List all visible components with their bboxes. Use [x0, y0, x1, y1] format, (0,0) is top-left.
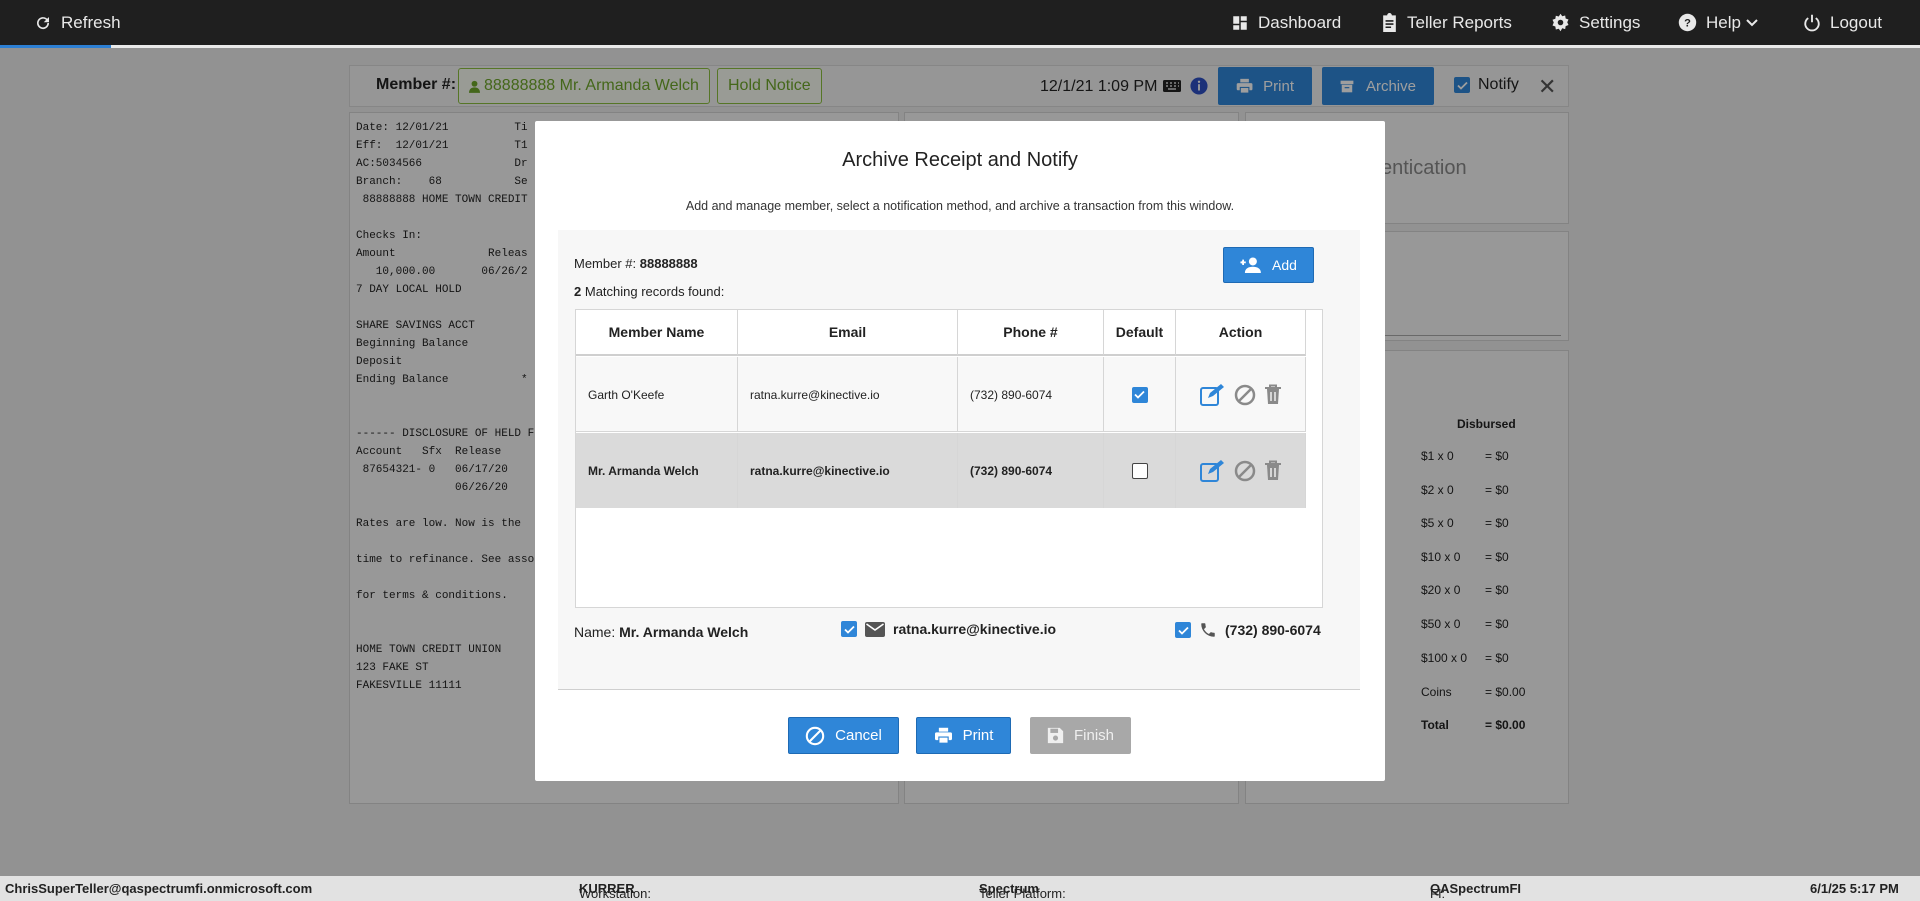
modal-print-button[interactable]: Print [916, 717, 1011, 754]
phone-cell: (732) 890-6074 [958, 433, 1104, 508]
edit-icon[interactable] [1199, 459, 1226, 482]
gear-icon [1552, 13, 1569, 32]
block-icon[interactable] [1234, 460, 1256, 482]
column-header: Action [1176, 310, 1306, 356]
cancel-button[interactable]: Cancel [788, 717, 899, 754]
table-row-selected[interactable]: Mr. Armanda Welch ratna.kurre@kinective.… [576, 433, 1306, 508]
svg-text:?: ? [1684, 17, 1691, 29]
clipboard-icon [1383, 13, 1396, 32]
dashboard-icon [1233, 15, 1247, 30]
check-icon [1177, 626, 1189, 635]
add-member-button[interactable]: Add [1223, 247, 1314, 283]
default-checkbox[interactable] [1131, 462, 1148, 479]
check-icon [843, 625, 855, 634]
platform-label: Teller Platform: [979, 886, 1066, 901]
nav-settings-label: Settings [1579, 12, 1641, 32]
matching-count: 2 Matching records found: [574, 284, 724, 299]
selected-name-label: Name: [574, 624, 616, 640]
modal-print-label: Print [962, 727, 994, 744]
table-row[interactable]: Garth O'Keefe ratna.kurre@kinective.io (… [576, 357, 1306, 432]
nav-logout[interactable]: Logout [1803, 0, 1882, 45]
modal-body: Member #: 88888888 Add 2 Matching record… [558, 230, 1360, 690]
match-count-number: 2 [574, 284, 582, 299]
column-header: Member Name [576, 310, 738, 356]
finish-button[interactable]: Finish [1030, 717, 1131, 754]
action-cell [1176, 357, 1306, 432]
modal-subtitle: Add and manage member, select a notifica… [685, 199, 1235, 213]
column-header: Phone # [958, 310, 1104, 356]
email-notify-option[interactable]: ratna.kurre@kinective.io [841, 621, 1056, 637]
nav-help[interactable]: ? Help [1678, 0, 1767, 45]
help-icon: ? [1678, 13, 1697, 32]
match-count-text: Matching records found: [584, 284, 725, 299]
selected-name-value: Mr. Armanda Welch [619, 624, 749, 640]
cancel-label: Cancel [835, 727, 882, 744]
workstation-label: Workstation: [579, 886, 652, 901]
email-notify-value: ratna.kurre@kinective.io [893, 621, 1057, 637]
nav-teller-reports-label: Teller Reports [1407, 12, 1512, 32]
modal-member-number: Member #: 88888888 [574, 256, 698, 271]
nav-help-label: Help [1706, 12, 1741, 32]
email-notify-checkbox[interactable] [841, 621, 857, 637]
envelope-icon [865, 621, 885, 637]
add-user-icon [1240, 257, 1261, 273]
status-user: ChrisSuperTeller@qaspectrumfi.onmicrosof… [5, 881, 313, 896]
column-header: Email [738, 310, 958, 356]
phone-icon [1201, 623, 1215, 637]
refresh-icon [37, 16, 50, 29]
nav-logout-label: Logout [1830, 12, 1882, 32]
cancel-icon [805, 726, 825, 745]
member-name-cell: Garth O'Keefe [576, 357, 738, 432]
nav-dashboard[interactable]: Dashboard [1231, 0, 1341, 45]
modal-title: Archive Receipt and Notify [842, 149, 1078, 171]
top-nav-bar: Refresh Dashboard Teller Reports Setting… [0, 0, 1920, 48]
status-datetime: 6/1/25 5:17 PM [1810, 881, 1899, 896]
save-icon [1047, 727, 1064, 744]
edit-icon[interactable] [1199, 383, 1226, 406]
nav-dashboard-label: Dashboard [1258, 12, 1342, 32]
default-cell [1104, 433, 1176, 508]
members-table: Member Name Email Phone # Default Action… [575, 309, 1323, 608]
member-number-value: 88888888 [639, 256, 698, 271]
check-icon [1134, 390, 1145, 399]
default-checkbox[interactable] [1131, 386, 1148, 403]
action-cell [1176, 433, 1306, 508]
add-label: Add [1272, 257, 1297, 273]
default-cell [1104, 357, 1176, 432]
member-name-cell: Mr. Armanda Welch [576, 433, 738, 508]
phone-notify-value: (732) 890-6074 [1225, 622, 1321, 638]
column-header: Default [1104, 310, 1176, 356]
chevron-down-icon [1746, 18, 1758, 26]
fi-label: FI: [1430, 886, 1446, 901]
phone-cell: (732) 890-6074 [958, 357, 1104, 432]
block-icon[interactable] [1234, 384, 1256, 406]
finish-label: Finish [1073, 727, 1114, 744]
trash-icon[interactable] [1264, 460, 1282, 481]
printer-icon [934, 727, 952, 744]
email-cell: ratna.kurre@kinective.io [738, 433, 958, 508]
power-icon [1804, 14, 1820, 31]
nav-settings[interactable]: Settings [1551, 0, 1640, 45]
trash-icon[interactable] [1264, 384, 1282, 405]
status-bar: ChrisSuperTeller@qaspectrumfi.onmicrosof… [0, 876, 1920, 901]
refresh-button[interactable]: Refresh [34, 0, 121, 45]
refresh-label: Refresh [61, 12, 121, 32]
selected-name: Name: Mr. Armanda Welch [574, 624, 748, 640]
member-number-label: Member #: [574, 256, 637, 271]
phone-notify-checkbox[interactable] [1175, 622, 1191, 638]
phone-notify-option[interactable]: (732) 890-6074 [1175, 621, 1321, 639]
email-cell: ratna.kurre@kinective.io [738, 357, 958, 432]
archive-notify-modal: Archive Receipt and Notify Add and manag… [535, 121, 1385, 781]
nav-teller-reports[interactable]: Teller Reports [1381, 0, 1512, 45]
